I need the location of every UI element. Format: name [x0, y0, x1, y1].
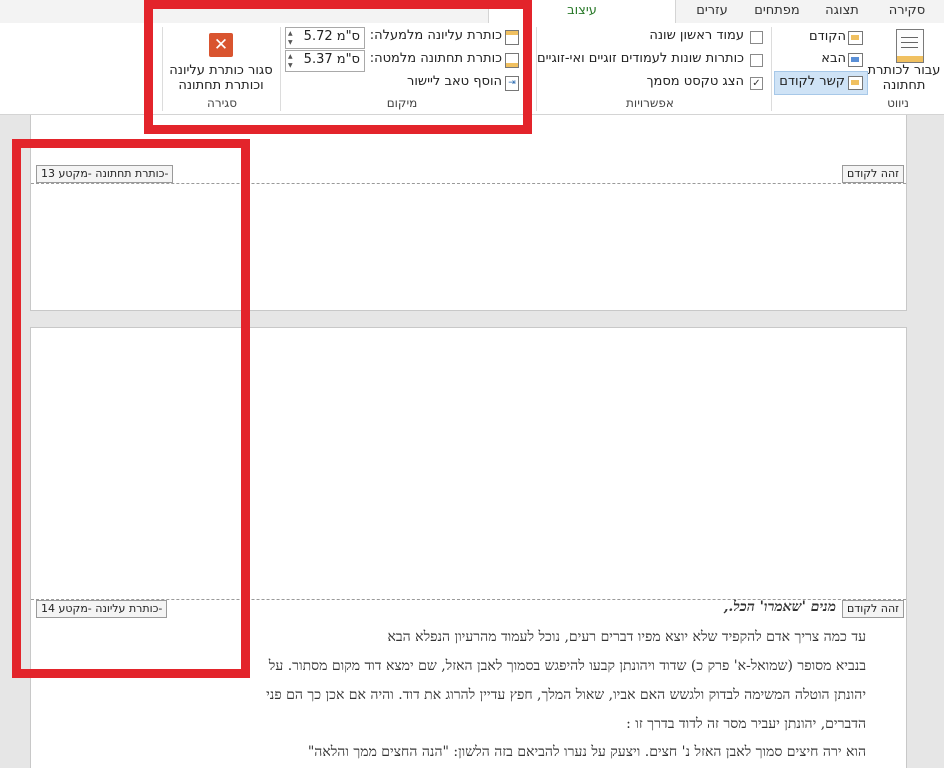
navigation-group-label: ניווט — [887, 96, 909, 110]
next-icon — [848, 53, 863, 67]
link-previous-icon — [848, 76, 863, 90]
link-previous-label: קשר לקודם — [779, 74, 845, 89]
previous-button[interactable]: הקודם — [806, 29, 846, 44]
group-separator — [771, 27, 772, 111]
tab-view[interactable]: תצוגה — [813, 0, 871, 22]
different-odd-even-label: כותרות שונות לעמודים זוגיים ואי-זוגיים — [537, 51, 744, 66]
document-line: הוא ירה חיצים סמוך לאבן האזל נ' חצים. וי… — [307, 744, 866, 760]
document-line: הדברים, יהונתן יעביר מסר זה לדוד בדרך זו… — [626, 716, 866, 732]
next-button[interactable]: הבא — [806, 51, 846, 66]
highlight-box-section-tags — [12, 139, 250, 678]
previous-icon — [848, 31, 863, 45]
group-separator — [536, 27, 537, 111]
different-first-page-label: עמוד ראשון שונה — [649, 28, 744, 43]
different-first-page-checkbox[interactable] — [750, 31, 763, 44]
goto-footer-button[interactable]: עבור לכותרת תחתונה — [866, 63, 942, 93]
goto-footer-icon — [896, 29, 924, 63]
link-previous-button[interactable]: קשר לקודם — [774, 71, 868, 95]
options-group-label: אפשרויות — [626, 96, 674, 110]
show-document-text-checkbox[interactable]: ✓ — [750, 77, 763, 90]
different-odd-even-checkbox[interactable] — [750, 54, 763, 67]
tab-review[interactable]: סקירה — [876, 0, 938, 22]
highlight-box-ribbon — [144, 0, 532, 134]
document-line: יהונתן הוטלה המשימה לבדוק ולגשש האם אביו… — [266, 687, 866, 703]
tab-developer[interactable]: מפתחים — [745, 0, 809, 22]
same-as-previous-tag: זהה לקודם — [841, 165, 904, 183]
same-as-previous-tag: זהה לקודם — [841, 600, 904, 618]
show-document-text-label: הצג טקסט מסמך — [646, 74, 744, 89]
tab-addins[interactable]: עזרים — [686, 0, 738, 22]
